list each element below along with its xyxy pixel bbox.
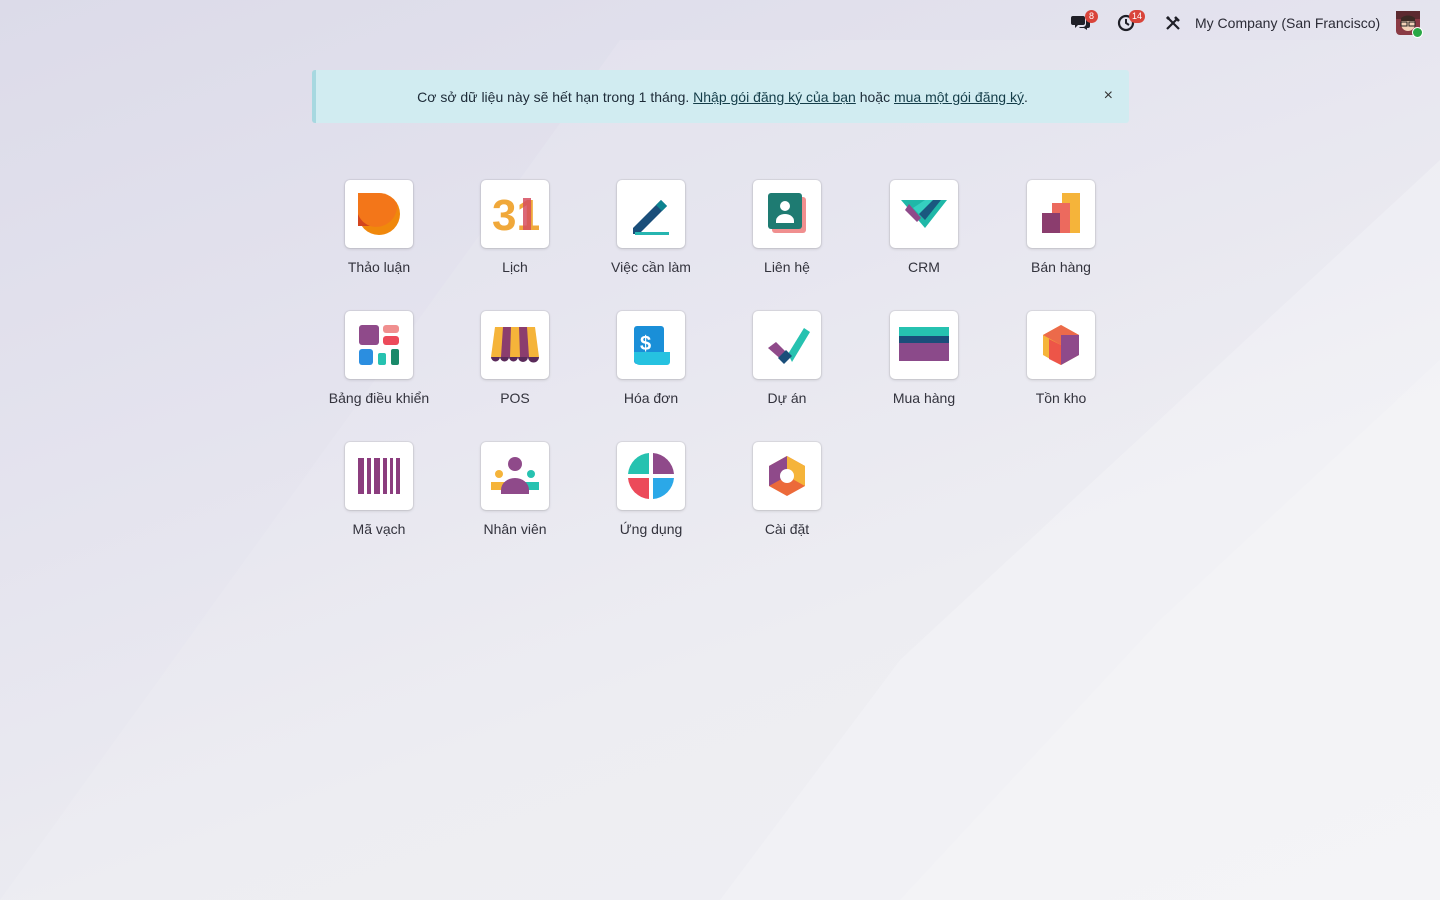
app-sales[interactable]: Bán hàng: [993, 180, 1129, 275]
app-apps[interactable]: Ứng dụng: [583, 442, 719, 537]
app-label: Bảng điều khiển: [328, 390, 430, 406]
app-inventory[interactable]: Tồn kho: [993, 311, 1129, 406]
activities-menu[interactable]: 14: [1115, 0, 1146, 46]
invoice-icon: $: [617, 311, 685, 379]
app-employees[interactable]: Nhân viên: [447, 442, 583, 537]
alert-middle-text: hoặc: [859, 88, 891, 105]
app-label: Hóa đơn: [623, 390, 679, 406]
app-crm[interactable]: CRM: [856, 180, 992, 275]
discuss-icon: [345, 180, 413, 248]
app-label: Mua hàng: [892, 390, 956, 406]
online-status-dot: [1412, 27, 1423, 38]
app-label: Việc cần làm: [611, 259, 691, 275]
app-contacts[interactable]: Liên hệ: [719, 180, 855, 275]
app-label: Cài đặt: [764, 521, 810, 537]
top-navbar: 8 14 My Company (San Francisco): [0, 0, 1440, 46]
calendar-number: 31: [492, 191, 539, 238]
app-calendar[interactable]: 31 Lịch: [447, 180, 583, 275]
app-label: Lịch: [502, 259, 528, 275]
dashboard-icon: [345, 311, 413, 379]
apps-icon: [617, 442, 685, 510]
alert-end-text: .: [1023, 88, 1028, 105]
purchase-icon: [890, 311, 958, 379]
app-label: Dự án: [767, 390, 807, 406]
app-project[interactable]: Dự án: [719, 311, 855, 406]
todo-icon: [617, 180, 685, 248]
tools-icon[interactable]: [1162, 12, 1184, 34]
company-switcher[interactable]: My Company (San Francisco): [1195, 0, 1380, 46]
app-settings[interactable]: Cài đặt: [719, 442, 855, 537]
pos-icon: [481, 311, 549, 379]
register-subscription-link[interactable]: Nhập gói đăng ký của bạn: [693, 89, 856, 105]
alert-text: Cơ sở dữ liệu này sẽ hết hạn trong 1 thá…: [417, 88, 690, 105]
debug-tools[interactable]: [1162, 0, 1184, 46]
buy-subscription-link[interactable]: mua một gói đăng ký: [894, 89, 1024, 105]
expiration-alert: Cơ sở dữ liệu này sẽ hết hạn trong 1 thá…: [312, 70, 1129, 123]
sales-icon: [1027, 180, 1095, 248]
inventory-icon: [1027, 311, 1095, 379]
close-icon[interactable]: ×: [1104, 87, 1113, 105]
user-avatar[interactable]: [1396, 11, 1423, 38]
app-label: CRM: [908, 259, 940, 275]
svg-text:$: $: [640, 333, 651, 355]
app-purchase[interactable]: Mua hàng: [856, 311, 992, 406]
app-todo[interactable]: Việc cần làm: [583, 180, 719, 275]
app-label: Nhân viên: [483, 521, 547, 537]
app-barcode[interactable]: Mã vạch: [311, 442, 447, 537]
crm-icon: [890, 180, 958, 248]
calendar-icon: 31: [481, 180, 549, 248]
app-dashboard[interactable]: Bảng điều khiển: [311, 311, 447, 406]
app-label: Tồn kho: [1035, 390, 1087, 406]
app-label: POS: [500, 390, 530, 406]
app-label: Mã vạch: [352, 521, 406, 537]
messages-menu[interactable]: 8: [1070, 0, 1098, 46]
settings-icon: [753, 442, 821, 510]
project-icon: [753, 311, 821, 379]
app-label: Bán hàng: [1031, 259, 1091, 275]
activities-badge: 14: [1129, 10, 1146, 23]
employees-icon: [481, 442, 549, 510]
app-discuss[interactable]: Thảo luận: [311, 180, 447, 275]
app-label: Liên hệ: [764, 259, 810, 275]
contacts-icon: [753, 180, 821, 248]
messages-badge: 8: [1085, 10, 1098, 23]
app-label: Thảo luận: [347, 259, 411, 275]
app-label: Ứng dụng: [619, 521, 683, 537]
app-pos[interactable]: POS: [447, 311, 583, 406]
app-invoice[interactable]: $ Hóa đơn: [583, 311, 719, 406]
barcode-icon: [345, 442, 413, 510]
